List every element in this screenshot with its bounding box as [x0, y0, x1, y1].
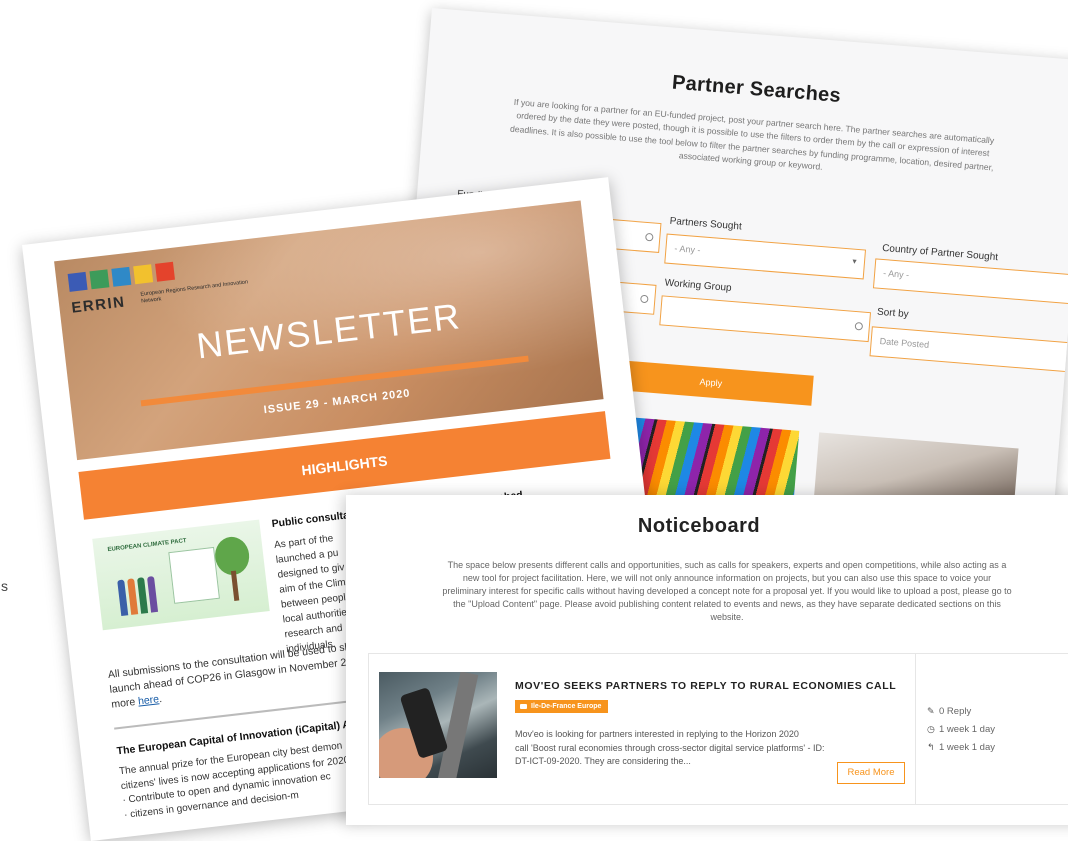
updated-time: 1 week 1 day	[939, 742, 995, 753]
board-graphic	[168, 546, 220, 604]
chevron-down-icon: ▼	[850, 258, 859, 266]
post-description-line: Mov'eo is looking for partners intereste…	[515, 729, 799, 739]
noticeboard-card: Noticeboard The space below presents dif…	[346, 495, 1068, 825]
noticeboard-intro: The space below presents different calls…	[442, 560, 1012, 623]
apply-button[interactable]: Apply	[607, 359, 814, 406]
sort-by-label: Sort by	[876, 306, 910, 321]
partners-sought-select[interactable]: - Any - ▼	[664, 233, 867, 280]
clock-icon: ◷	[927, 724, 935, 734]
post-thumbnail[interactable]	[379, 672, 497, 778]
errin-logo-icons	[67, 261, 175, 292]
noticeboard-title: Noticeboard	[637, 515, 761, 537]
logo-square-icon	[89, 269, 110, 290]
comment-icon: ✎	[927, 706, 935, 716]
replies-meta: ✎ 0 Reply	[927, 706, 971, 717]
radio-circle-icon	[854, 321, 864, 331]
replies-count: 0 Reply	[939, 706, 972, 717]
people-graphic	[117, 576, 159, 617]
partners-sought-value: - Any -	[674, 243, 701, 256]
sort-by-select[interactable]: Date Posted	[869, 326, 1068, 374]
here-link[interactable]: here	[137, 694, 159, 708]
country-value: - Any -	[882, 268, 910, 281]
posted-meta: ◷ 1 week 1 day	[927, 724, 995, 735]
reply-arrow-icon: ↰	[927, 742, 935, 752]
read-more-button[interactable]: Read More	[837, 762, 905, 784]
post-description-line: call 'Boost rural economies through cros…	[515, 742, 825, 753]
climate-pact-illustration: EUROPEAN CLIMATE PACT	[92, 519, 270, 631]
posted-time: 1 week 1 day	[939, 724, 995, 735]
sort-by-value: Date Posted	[879, 335, 930, 350]
meta-divider	[915, 654, 916, 804]
country-select[interactable]: - Any -	[872, 258, 1068, 306]
folder-icon	[520, 704, 527, 709]
working-group-label: Working Group	[664, 277, 732, 294]
errin-wordmark: ERRIN	[70, 293, 127, 317]
region-badge[interactable]: Ile-De-France Europe	[515, 700, 609, 713]
radio-circle-icon	[645, 232, 654, 242]
stray-text: s	[1, 578, 8, 594]
tree-trunk	[230, 570, 240, 601]
logo-square-icon	[67, 271, 88, 292]
logo-square-icon	[111, 266, 132, 287]
partners-sought-label: Partners Sought	[669, 215, 743, 233]
logo-square-icon	[133, 264, 154, 285]
updated-meta: ↰ 1 week 1 day	[927, 742, 995, 753]
radio-circle-icon	[640, 294, 649, 304]
region-badge-label: Ile-De-France Europe	[531, 703, 602, 710]
more-text: more	[110, 696, 139, 712]
logo-square-icon	[155, 261, 175, 282]
notice-post[interactable]: MOV'EO SEEKS PARTNERS TO REPLY TO RURAL …	[368, 653, 1068, 805]
working-group-select[interactable]	[659, 295, 872, 343]
post-title[interactable]: MOV'EO SEEKS PARTNERS TO REPLY TO RURAL …	[515, 680, 896, 692]
errin-subtitle: European Regions Research and Innovation…	[140, 279, 249, 305]
